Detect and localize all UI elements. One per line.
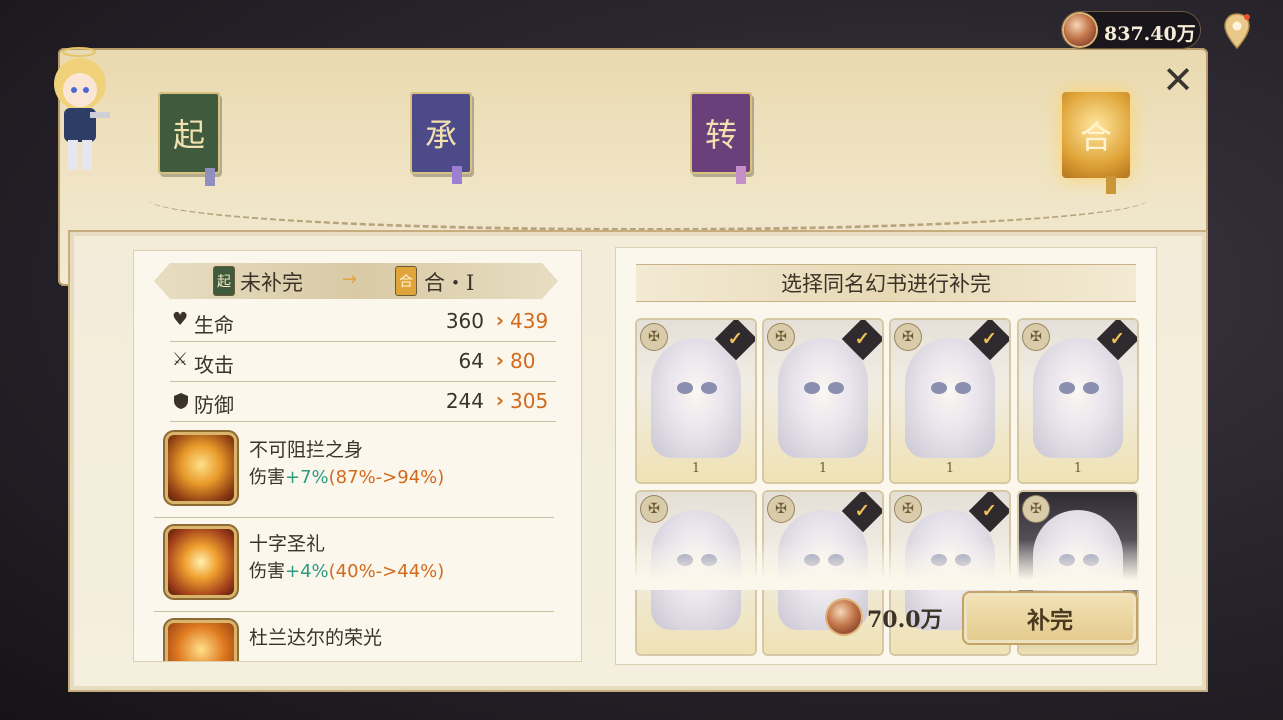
skill-glory-icon <box>168 623 234 661</box>
skill-effect: 伤害+7%(87%->94%) <box>249 463 444 489</box>
skill-effect: 伤害+4%(40%->44%) <box>249 557 444 583</box>
book-card[interactable]: ✠ ✓ 1 <box>764 320 882 482</box>
from-book-glyph: 起 <box>217 274 231 290</box>
close-icon[interactable]: ✕ <box>1156 58 1200 102</box>
panel-title: 选择同名幻书进行补完 <box>636 264 1136 302</box>
increase-arrow-icon: › <box>495 388 504 412</box>
card-level: 1 <box>945 461 955 476</box>
skill-row[interactable]: 十字圣礼 伤害+4%(40%->44%) <box>154 517 554 612</box>
stat-new-value: 439 <box>510 309 549 333</box>
stat-name: 生命 <box>194 313 234 337</box>
bookmark-icon <box>205 168 215 186</box>
bookmark-icon <box>736 166 746 184</box>
scroll-fade <box>630 540 1145 590</box>
stat-old-value: 244 <box>445 389 484 413</box>
character-portrait <box>905 338 995 458</box>
to-stage-label: 合・Ⅰ <box>424 271 475 295</box>
skill-name: 杜兰达尔的荣光 <box>249 627 383 649</box>
skill-sword-wings-icon <box>168 435 234 501</box>
cross-emblem-icon: ✠ <box>768 496 794 522</box>
map-route-path <box>148 168 1148 231</box>
cross-emblem-icon: ✠ <box>768 324 794 350</box>
skill-range: (87%->94%) <box>328 467 445 488</box>
cross-emblem-icon: ✠ <box>641 324 667 350</box>
cross-emblem-icon: ✠ <box>641 496 667 522</box>
skill-name: 十字圣礼 <box>249 533 326 555</box>
stage-book-he[interactable]: 合 <box>1062 92 1130 178</box>
card-level: 1 <box>818 461 828 476</box>
stat-row-def: 防御 244 › 305 <box>170 383 556 422</box>
skill-row[interactable]: 杜兰达尔的荣光 <box>154 611 554 661</box>
skill-name: 不可阻拦之身 <box>249 439 364 461</box>
cross-emblem-icon: ✠ <box>1023 324 1049 350</box>
character-portrait <box>1033 338 1123 458</box>
sword-icon: ⚔ <box>172 349 189 370</box>
heart-icon: ♥ <box>172 309 189 330</box>
stage-label: 转 <box>704 116 737 154</box>
attribute-panel: 起 未补完 → 合 合・Ⅰ ♥ 生命 360 › 439 ⚔ 攻击 64 › 8… <box>133 250 582 662</box>
book-card[interactable]: ✠ ✓ 1 <box>1019 320 1137 482</box>
complete-button[interactable]: 补完 <box>962 591 1138 645</box>
stat-name: 攻击 <box>194 353 234 377</box>
card-level: 1 <box>1073 461 1083 476</box>
skill-gain: +4% <box>285 561 329 582</box>
skill-range: (40%->44%) <box>328 561 445 582</box>
stage-label: 起 <box>172 116 205 154</box>
stage-label: 合 <box>1079 118 1112 156</box>
skill-row[interactable]: 不可阻拦之身 伤害+7%(87%->94%) <box>154 423 554 518</box>
increase-arrow-icon: › <box>495 348 504 372</box>
from-stage-label: 未补完 <box>240 271 303 295</box>
book-he-icon: 合 <box>396 267 416 295</box>
currency-display[interactable]: 837.40万 <box>1062 12 1200 48</box>
stat-old-value: 360 <box>445 309 484 333</box>
chibi-character-icon <box>54 47 110 170</box>
stage-book-qi[interactable]: 起 <box>158 92 220 174</box>
skill-gain: +7% <box>285 467 329 488</box>
stat-new-value: 80 <box>510 349 536 373</box>
cost-display: 70.0万 <box>827 598 953 636</box>
skill-effect-prefix: 伤害 <box>249 561 285 582</box>
book-card[interactable]: ✠ ✓ 1 <box>637 320 755 482</box>
arrow-right-icon: → <box>342 269 358 290</box>
location-pin-icon[interactable] <box>1222 12 1252 50</box>
bookmark-icon <box>1106 176 1116 194</box>
to-book-glyph: 合 <box>399 274 413 290</box>
book-qi-icon: 起 <box>214 267 234 295</box>
coin-icon <box>827 600 861 634</box>
cross-emblem-icon: ✠ <box>895 496 921 522</box>
stage-label: 承 <box>424 116 457 154</box>
cost-amount: 70.0万 <box>867 607 943 633</box>
stage-book-cheng[interactable]: 承 <box>410 92 472 174</box>
stat-new-value: 305 <box>510 389 549 413</box>
cross-emblem-icon: ✠ <box>1023 496 1049 522</box>
stat-old-value: 64 <box>458 349 484 373</box>
stat-row-hp: ♥ 生命 360 › 439 <box>170 303 556 342</box>
stage-book-zhuan[interactable]: 转 <box>690 92 752 174</box>
stat-name: 防御 <box>194 393 234 417</box>
currency-amount: 837.40万 <box>1104 23 1196 45</box>
cross-emblem-icon: ✠ <box>895 324 921 350</box>
card-level: 1 <box>691 461 701 476</box>
skill-cross-icon <box>168 529 234 595</box>
bookmark-icon <box>452 166 462 184</box>
character-portrait <box>778 338 868 458</box>
book-card[interactable]: ✠ ✓ 1 <box>891 320 1009 482</box>
increase-arrow-icon: › <box>495 308 504 332</box>
character-portrait <box>651 338 741 458</box>
stat-row-atk: ⚔ 攻击 64 › 80 <box>170 343 556 382</box>
skill-effect-prefix: 伤害 <box>249 467 285 488</box>
shield-icon <box>174 393 188 409</box>
coin-icon <box>1064 14 1096 46</box>
